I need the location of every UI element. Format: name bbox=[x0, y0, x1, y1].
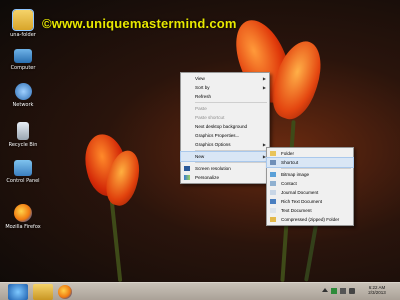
menu-item-refresh[interactable]: Refresh bbox=[181, 92, 269, 101]
monitor-icon bbox=[184, 166, 190, 171]
bitmap-image-icon bbox=[270, 172, 276, 177]
submenu-item-rich-text[interactable]: Rich Text Document bbox=[267, 197, 353, 206]
menu-item-label: Bitmap image bbox=[281, 172, 310, 177]
submenu-item-zip[interactable]: Compressed (zipped) Folder bbox=[267, 215, 353, 224]
submenu-item-shortcut[interactable]: Shortcut bbox=[266, 157, 354, 168]
menu-separator bbox=[195, 162, 267, 163]
menu-separator bbox=[195, 150, 267, 151]
recycle-bin-icon bbox=[17, 122, 29, 140]
submenu-item-bitmap[interactable]: Bitmap image bbox=[267, 170, 353, 179]
menu-item-label: Refresh bbox=[195, 94, 212, 99]
folder-icon bbox=[270, 151, 276, 156]
menu-item-graphics-properties[interactable]: Graphics Properties... bbox=[181, 131, 269, 140]
submenu-item-text[interactable]: Text Document bbox=[267, 206, 353, 215]
network-icon[interactable] bbox=[340, 288, 346, 294]
desktop-icon-label: Control Panel bbox=[6, 178, 40, 184]
menu-item-sort-by[interactable]: Sort by ▶ bbox=[181, 83, 269, 92]
chevron-right-icon: ▶ bbox=[262, 85, 266, 90]
menu-item-label: Sort by bbox=[195, 85, 210, 90]
menu-item-label: Screen resolution bbox=[195, 166, 231, 171]
clock-date: 2/3/2013 bbox=[368, 290, 386, 295]
desktop-icon-label: Computer bbox=[10, 65, 36, 71]
menu-item-label: Shortcut bbox=[281, 160, 299, 165]
menu-item-label: Folder bbox=[281, 151, 295, 156]
text-document-icon bbox=[270, 208, 276, 213]
desktop-icon-recycle-bin[interactable]: Recycle Bin bbox=[3, 122, 43, 148]
desktop-context-menu: View ▶ Sort by ▶ Refresh Paste Paste short… bbox=[180, 72, 270, 184]
menu-item-label: Next desktop background bbox=[195, 124, 248, 129]
desktop-icon-label: una-folder bbox=[10, 32, 36, 38]
computer-icon bbox=[14, 49, 32, 63]
submenu-item-contact[interactable]: Contact bbox=[267, 179, 353, 188]
desktop-icon-control-panel[interactable]: Control Panel bbox=[3, 160, 43, 184]
menu-separator bbox=[281, 168, 351, 169]
personalize-icon bbox=[184, 175, 190, 180]
network-icon bbox=[14, 83, 32, 100]
contact-icon bbox=[270, 181, 276, 186]
firefox-icon[interactable] bbox=[58, 285, 72, 299]
control-panel-icon bbox=[14, 160, 32, 176]
menu-item-new[interactable]: New ▶ bbox=[180, 151, 270, 162]
new-submenu: Folder Shortcut Bitmap image Contact Jou… bbox=[266, 147, 354, 226]
menu-item-label: Rich Text Document bbox=[281, 199, 323, 204]
menu-item-label: Graphics Properties... bbox=[195, 133, 240, 138]
internet-explorer-icon[interactable] bbox=[8, 284, 28, 300]
desktop-icon-label: Network bbox=[12, 102, 34, 108]
menu-item-personalize[interactable]: Personalize bbox=[181, 173, 269, 182]
desktop-icon-network[interactable]: Network bbox=[3, 83, 43, 108]
rich-text-document-icon bbox=[270, 199, 276, 204]
menu-item-label: Paste shortcut bbox=[195, 115, 225, 120]
menu-item-label: Contact bbox=[281, 181, 297, 186]
menu-item-screen-resolution[interactable]: Screen resolution bbox=[181, 164, 269, 173]
desktop-icon-label: Recycle Bin bbox=[8, 142, 38, 148]
desktop-icon-folder[interactable]: una-folder bbox=[3, 9, 43, 38]
desktop-icon-computer[interactable]: Computer bbox=[3, 46, 43, 71]
menu-item-view[interactable]: View ▶ bbox=[181, 74, 269, 83]
submenu-item-journal[interactable]: Journal Document bbox=[267, 188, 353, 197]
submenu-item-folder[interactable]: Folder bbox=[267, 149, 353, 158]
menu-item-label: Compressed (zipped) Folder bbox=[281, 217, 340, 222]
flag-icon[interactable] bbox=[331, 288, 337, 294]
menu-item-paste[interactable]: Paste bbox=[181, 104, 269, 113]
menu-item-label: Journal Document bbox=[281, 190, 319, 195]
chevron-right-icon: ▶ bbox=[262, 76, 266, 81]
file-explorer-icon[interactable] bbox=[33, 284, 53, 300]
menu-item-label: Graphics Options bbox=[195, 142, 231, 147]
firefox-icon bbox=[14, 204, 32, 222]
taskbar: 6:22 AM 2/3/2013 bbox=[0, 282, 400, 300]
menu-item-graphics-options[interactable]: Graphics Options ▶ bbox=[181, 140, 269, 149]
menu-item-next-desktop-background[interactable]: Next desktop background bbox=[181, 122, 269, 131]
watermark-text: ©www.uniquemastermind.com bbox=[42, 16, 237, 31]
desktop-icon-firefox[interactable]: Mozilla Firefox bbox=[3, 204, 43, 230]
volume-icon[interactable] bbox=[349, 288, 355, 294]
menu-item-label: Text Document bbox=[281, 208, 312, 213]
desktop[interactable]: ©www.uniquemastermind.com una-folder Com… bbox=[0, 0, 400, 300]
menu-item-label: Paste bbox=[195, 106, 207, 111]
desktop-icon-label: Mozilla Firefox bbox=[5, 224, 41, 230]
menu-item-paste-shortcut[interactable]: Paste shortcut bbox=[181, 113, 269, 122]
clock[interactable]: 6:22 AM 2/3/2013 bbox=[360, 285, 394, 295]
menu-item-label: Personalize bbox=[195, 175, 220, 180]
menu-separator bbox=[195, 102, 267, 103]
shortcut-icon bbox=[270, 160, 276, 165]
folder-icon bbox=[12, 9, 34, 31]
menu-item-label: View bbox=[195, 76, 205, 81]
zip-folder-icon bbox=[270, 217, 276, 222]
chevron-up-icon[interactable] bbox=[322, 288, 328, 292]
journal-document-icon bbox=[270, 190, 276, 195]
menu-item-label: New bbox=[195, 154, 205, 159]
